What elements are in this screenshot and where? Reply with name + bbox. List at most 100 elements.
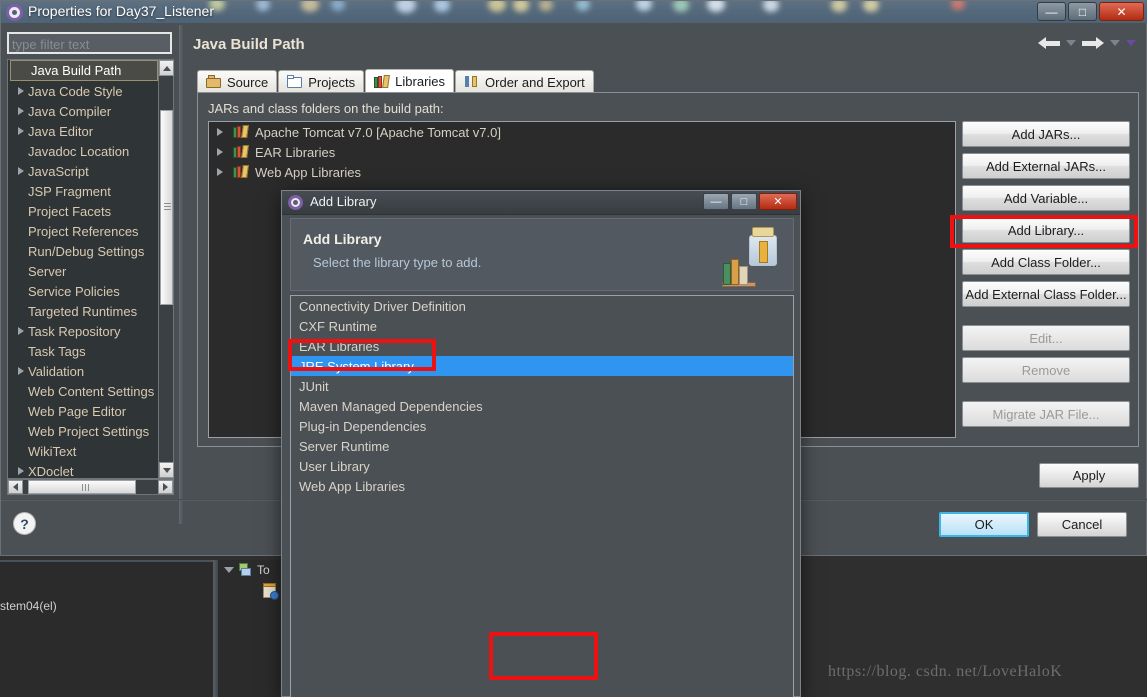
add-external-jars-button[interactable]: Add External JARs... [962, 153, 1130, 179]
library-type-item[interactable]: Plug-in Dependencies [291, 416, 793, 436]
add-class-folder-button[interactable]: Add Class Folder... [962, 249, 1130, 275]
cancel-button[interactable]: Cancel [1037, 512, 1127, 537]
sidebar-item-java-editor[interactable]: Java Editor [8, 121, 160, 141]
sidebar-item-java-code-style[interactable]: Java Code Style [8, 81, 160, 101]
maximize-button[interactable]: □ [1068, 2, 1097, 21]
sidebar-item-run-debug-settings[interactable]: Run/Debug Settings [8, 241, 160, 261]
sidebar-item-java-build-path[interactable]: Java Build Path [10, 60, 158, 81]
scroll-down-button[interactable] [159, 462, 174, 478]
sidebar-item-java-compiler[interactable]: Java Compiler [8, 101, 160, 121]
sidebar-item-xdoclet[interactable]: XDoclet [8, 461, 160, 478]
properties-titlebar[interactable]: Properties for Day37_Listener — □ ✕ [1, 1, 1147, 23]
expand-triangle-icon[interactable] [18, 327, 24, 335]
triangle-down-icon [162, 467, 171, 473]
tab-source[interactable]: Source [197, 70, 278, 93]
forward-chevron-down-icon[interactable] [1110, 40, 1120, 46]
settings-tree-list[interactable]: Java Build Path Java Code Style Java Compi… [8, 60, 160, 478]
sidebar-item-jsp-fragment[interactable]: JSP Fragment [8, 181, 160, 201]
library-type-item[interactable]: Connectivity Driver Definition [291, 296, 793, 316]
close-button[interactable]: ✕ [1099, 2, 1144, 21]
library-type-item[interactable]: Web App Libraries [291, 476, 793, 496]
expand-triangle-icon[interactable] [18, 167, 24, 175]
expand-triangle-icon[interactable] [217, 168, 223, 176]
menu-chevron-down-icon[interactable] [1126, 40, 1136, 46]
add-library-dialog: Add Library — □ ✕ Add Library Select the… [281, 190, 801, 697]
apply-button[interactable]: Apply [1039, 463, 1139, 488]
sidebar-item-label: Java Code Style [28, 83, 123, 99]
library-type-item[interactable]: JRE System Library [291, 356, 793, 376]
sidebar-item-javascript[interactable]: JavaScript [8, 161, 160, 181]
dialog-titlebar[interactable]: Add Library — □ ✕ [282, 191, 800, 215]
scroll-left-button[interactable] [8, 480, 23, 494]
jar-list-item[interactable]: Apache Tomcat v7.0 [Apache Tomcat v7.0] [209, 122, 955, 142]
filter-input[interactable]: type filter text [7, 32, 172, 54]
ok-button[interactable]: OK [939, 512, 1029, 537]
back-chevron-down-icon[interactable] [1066, 40, 1076, 46]
outline-root-row[interactable]: To [224, 563, 270, 577]
sidebar-item-javadoc-location[interactable]: Javadoc Location [8, 141, 160, 161]
minimize-button[interactable]: — [703, 193, 729, 210]
sidebar-item-web-content-settings[interactable]: Web Content Settings [8, 381, 160, 401]
sidebar-item-label: Task Tags [28, 343, 86, 359]
sidebar-item-project-references[interactable]: Project References [8, 221, 160, 241]
expand-triangle-icon[interactable] [217, 148, 223, 156]
sidebar-item-task-tags[interactable]: Task Tags [8, 341, 160, 361]
sidebar-item-project-facets[interactable]: Project Facets [8, 201, 160, 221]
library-type-item[interactable]: JUnit [291, 376, 793, 396]
sidebar-item-service-policies[interactable]: Service Policies [8, 281, 160, 301]
sidebar-item-targeted-runtimes[interactable]: Targeted Runtimes [8, 301, 160, 321]
edit-button[interactable]: Edit... [962, 325, 1130, 351]
library-type-item[interactable]: EAR Libraries [291, 336, 793, 356]
remove-button[interactable]: Remove [962, 357, 1130, 383]
jar-list-item[interactable]: Web App Libraries [209, 162, 955, 182]
sash-divider[interactable] [179, 25, 184, 524]
scroll-thumb-horizontal[interactable] [28, 480, 136, 494]
migrate-jar-file-button[interactable]: Migrate JAR File... [962, 401, 1130, 427]
sidebar-item-web-project-settings[interactable]: Web Project Settings [8, 421, 160, 441]
expand-triangle-icon[interactable] [18, 107, 24, 115]
collapse-triangle-icon[interactable] [224, 567, 234, 573]
scroll-up-button[interactable] [159, 60, 174, 76]
tree-horizontal-scrollbar[interactable] [7, 479, 174, 495]
scroll-thumb[interactable] [160, 110, 173, 305]
grip-icon [81, 483, 83, 491]
minimize-button[interactable]: — [1037, 2, 1066, 21]
tab-libraries[interactable]: Libraries [365, 69, 455, 93]
editor-text: stem04(el) [0, 599, 57, 613]
add-external-class-folder-button[interactable]: Add External Class Folder... [962, 281, 1130, 307]
add-library-button[interactable]: Add Library... [962, 217, 1130, 243]
sidebar-item-label: JavaScript [28, 163, 89, 179]
sidebar-item-label: Web Page Editor [28, 403, 127, 419]
tree-vertical-scrollbar[interactable] [158, 60, 174, 478]
tab-order-and-export[interactable]: Order and Export [455, 70, 594, 93]
forward-arrow-icon[interactable] [1082, 34, 1104, 52]
bokeh-light [673, 1, 689, 12]
library-type-item[interactable]: Server Runtime [291, 436, 793, 456]
library-type-item[interactable]: User Library [291, 456, 793, 476]
expand-triangle-icon[interactable] [18, 87, 24, 95]
back-arrow-icon[interactable] [1038, 34, 1060, 52]
tab-projects[interactable]: Projects [278, 70, 365, 93]
close-button[interactable]: ✕ [759, 193, 797, 210]
panel-label: JARs and class folders on the build path… [208, 101, 444, 116]
library-type-item[interactable]: Maven Managed Dependencies [291, 396, 793, 416]
scroll-right-button[interactable] [158, 480, 173, 494]
sidebar-item-server[interactable]: Server [8, 261, 160, 281]
library-type-item[interactable]: CXF Runtime [291, 316, 793, 336]
add-variable-button[interactable]: Add Variable... [962, 185, 1130, 211]
sidebar-item-wikitext[interactable]: WikiText [8, 441, 160, 461]
add-jars-button[interactable]: Add JARs... [962, 121, 1130, 147]
library-type-list[interactable]: Connectivity Driver Definition CXF Runtim… [290, 295, 794, 697]
sidebar-item-web-page-editor[interactable]: Web Page Editor [8, 401, 160, 421]
jar-list-item[interactable]: EAR Libraries [209, 142, 955, 162]
maximize-button[interactable]: □ [731, 193, 757, 210]
expand-triangle-icon[interactable] [18, 367, 24, 375]
sidebar-item-task-repository[interactable]: Task Repository [8, 321, 160, 341]
help-button[interactable]: ? [13, 512, 36, 535]
triangle-up-icon [162, 65, 171, 71]
expand-triangle-icon[interactable] [217, 128, 223, 136]
sidebar-item-validation[interactable]: Validation [8, 361, 160, 381]
expand-triangle-icon[interactable] [18, 467, 24, 475]
window-title: Properties for Day37_Listener [28, 3, 214, 19]
expand-triangle-icon[interactable] [18, 127, 24, 135]
